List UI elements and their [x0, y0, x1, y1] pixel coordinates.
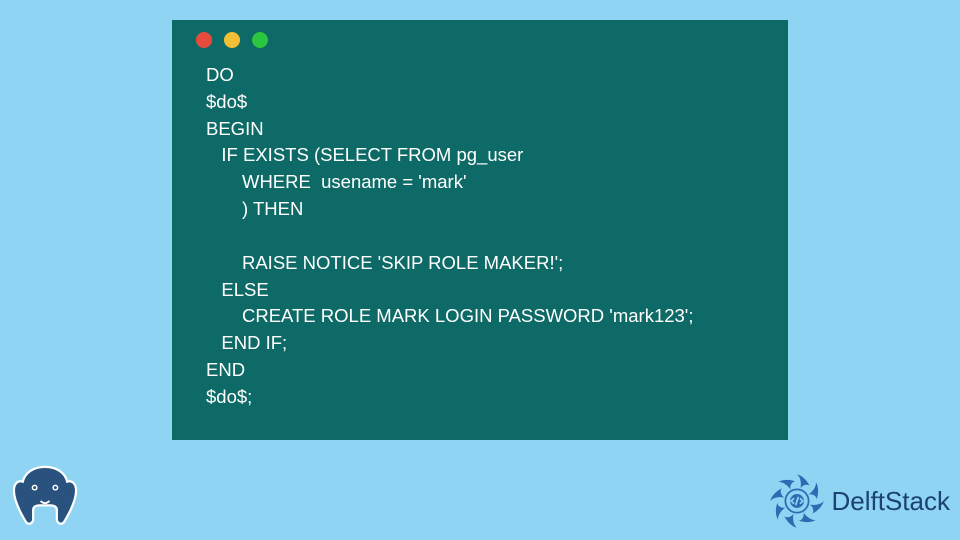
delftstack-branding: DelftStack — [768, 472, 951, 530]
code-window: DO $do$ BEGIN IF EXISTS (SELECT FROM pg_… — [172, 20, 788, 440]
maximize-icon — [252, 32, 268, 48]
minimize-icon — [224, 32, 240, 48]
delftstack-badge-icon — [768, 472, 826, 530]
close-icon — [196, 32, 212, 48]
postgresql-logo-icon — [8, 458, 82, 532]
window-controls — [196, 32, 770, 48]
code-block: DO $do$ BEGIN IF EXISTS (SELECT FROM pg_… — [190, 62, 770, 411]
delftstack-label: DelftStack — [832, 486, 951, 517]
